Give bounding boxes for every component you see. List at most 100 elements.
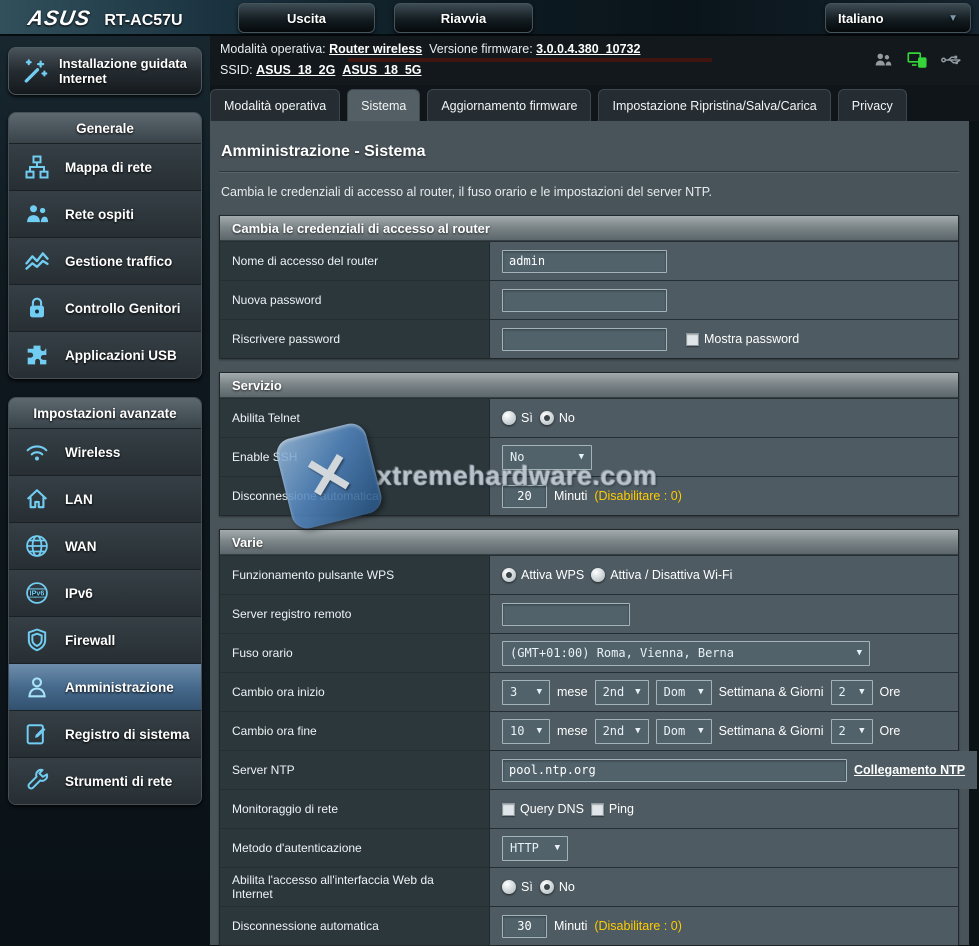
ping-checkbox[interactable] bbox=[591, 803, 604, 816]
chevron-down-icon: ▼ bbox=[579, 452, 584, 462]
retype-password-input[interactable] bbox=[502, 328, 667, 351]
table-row: Server NTP Collegamento NTP bbox=[220, 750, 958, 789]
web-access-label: Abilita l'accesso all'interfaccia Web da… bbox=[220, 868, 490, 906]
dst-start-month-select[interactable]: 3 ▼ bbox=[502, 680, 550, 705]
chevron-down-icon: ▼ bbox=[635, 726, 640, 736]
web-access-no-radio[interactable] bbox=[540, 880, 554, 894]
table-row: Server registro remoto bbox=[220, 594, 958, 633]
dst-end-day-select[interactable]: Dom ▼ bbox=[656, 719, 712, 744]
sidebar-item-label: Rete ospiti bbox=[65, 207, 134, 222]
logout-button[interactable]: Uscita bbox=[238, 3, 375, 33]
auto-logout2-unit: Minuti bbox=[554, 919, 587, 933]
ping-label: Ping bbox=[609, 802, 634, 816]
wps-activate-label: Attiva WPS bbox=[521, 568, 584, 582]
auto-logout-label: Disconnessione automatica bbox=[220, 477, 490, 515]
hour-label: Ore bbox=[880, 685, 901, 699]
ssid-5g-link[interactable]: ASUS_18_5G bbox=[342, 63, 421, 77]
sidebar-item-firewall[interactable]: Firewall bbox=[9, 616, 201, 663]
auto-logout2-hint: (Disabilitare : 0) bbox=[594, 919, 682, 933]
firmware-label: Versione firmware: bbox=[429, 42, 533, 56]
tab-system[interactable]: Sistema bbox=[347, 89, 420, 121]
login-name-input[interactable] bbox=[502, 250, 667, 273]
sidebar-item-label: Installazione guidata Internet bbox=[59, 56, 195, 86]
dst-end-hour-select[interactable]: 2 ▼ bbox=[831, 719, 873, 744]
hour-label: Ore bbox=[880, 724, 901, 738]
timezone-select[interactable]: (GMT+01:00) Roma, Vienna, Berna ▼ bbox=[502, 641, 870, 666]
page-title: Amministrazione - Sistema bbox=[221, 143, 959, 161]
sidebar-item-label: Firewall bbox=[65, 633, 115, 648]
sidebar-item-usb-applications[interactable]: Applicazioni USB bbox=[9, 331, 201, 378]
dst-start-week-select[interactable]: 2nd ▼ bbox=[595, 680, 649, 705]
sidebar-item-label: Controllo Genitori bbox=[65, 301, 181, 316]
dst-end-label: Cambio ora fine bbox=[220, 712, 490, 750]
firmware-version-link[interactable]: 3.0.0.4.380_10732 bbox=[536, 42, 640, 56]
dst-start-day-select[interactable]: Dom ▼ bbox=[656, 680, 712, 705]
remote-log-label: Server registro remoto bbox=[220, 595, 490, 633]
dst-end-week-select[interactable]: 2nd ▼ bbox=[595, 719, 649, 744]
auth-method-label: Metodo d'autenticazione bbox=[220, 829, 490, 867]
ssh-label: Enable SSH bbox=[220, 438, 490, 476]
sidebar-item-parental-control[interactable]: Controllo Genitori bbox=[9, 284, 201, 331]
new-password-input[interactable] bbox=[502, 289, 667, 312]
ntp-server-input[interactable] bbox=[502, 759, 847, 782]
dst-end-month-select[interactable]: 10 ▼ bbox=[502, 719, 550, 744]
sidebar-item-network-tools[interactable]: Strumenti di rete bbox=[9, 757, 201, 804]
wireless-icon bbox=[21, 438, 53, 466]
sidebar-item-label: Wireless bbox=[65, 445, 120, 460]
week-day-label: Settimana & Giorni bbox=[719, 724, 824, 738]
wps-toggle-wifi-radio[interactable] bbox=[591, 568, 605, 582]
clients-icon[interactable] bbox=[871, 49, 895, 71]
operation-mode-link[interactable]: Router wireless bbox=[329, 42, 422, 56]
ssh-select[interactable]: No ▼ bbox=[502, 445, 592, 470]
sidebar-item-administration[interactable]: Amministrazione bbox=[9, 663, 201, 710]
telnet-yes-radio[interactable] bbox=[502, 411, 516, 425]
tab-restore-save-upload[interactable]: Impostazione Ripristina/Salva/Carica bbox=[598, 89, 830, 121]
sidebar-item-system-log[interactable]: Registro di sistema bbox=[9, 710, 201, 757]
wps-activate-radio[interactable] bbox=[502, 568, 516, 582]
auto-logout2-input[interactable] bbox=[502, 915, 547, 938]
divider bbox=[219, 171, 959, 173]
chevron-down-icon: ▼ bbox=[948, 13, 958, 24]
language-select[interactable]: Italiano ▼ bbox=[825, 3, 971, 33]
sidebar-item-label: Registro di sistema bbox=[65, 727, 190, 742]
ssid-2g-link[interactable]: ASUS_18_2G bbox=[256, 63, 335, 77]
devices-status-icon[interactable] bbox=[905, 49, 929, 71]
sidebar-item-lan[interactable]: LAN bbox=[9, 475, 201, 522]
reboot-button[interactable]: Riavvia bbox=[394, 3, 533, 33]
sidebar-item-traffic-manager[interactable]: Gestione traffico bbox=[9, 237, 201, 284]
system-log-icon bbox=[21, 720, 53, 748]
dns-query-checkbox[interactable] bbox=[502, 803, 515, 816]
table-row: Cambio ora inizio 3 ▼ mese 2nd ▼ Dom ▼ S… bbox=[220, 672, 958, 711]
chevron-down-icon: ▼ bbox=[537, 726, 542, 736]
dst-end-month-value: 10 bbox=[510, 724, 524, 738]
tab-operation-mode[interactable]: Modalità operativa bbox=[210, 89, 340, 121]
tab-firmware-upgrade[interactable]: Aggiornamento firmware bbox=[427, 89, 591, 121]
dst-start-hour-select[interactable]: 2 ▼ bbox=[831, 680, 873, 705]
sidebar-item-ipv6[interactable]: IPv6 IPv6 bbox=[9, 569, 201, 616]
timezone-select-value: (GMT+01:00) Roma, Vienna, Berna bbox=[510, 646, 734, 660]
chevron-down-icon: ▼ bbox=[859, 687, 864, 697]
remote-log-input[interactable] bbox=[502, 603, 630, 626]
chevron-down-icon: ▼ bbox=[555, 843, 560, 853]
auth-method-select[interactable]: HTTP ▼ bbox=[502, 836, 568, 861]
login-name-label: Nome di accesso del router bbox=[220, 242, 490, 280]
sidebar-item-guest-network[interactable]: Rete ospiti bbox=[9, 190, 201, 237]
web-access-yes-radio[interactable] bbox=[502, 880, 516, 894]
ntp-link[interactable]: Collegamento NTP bbox=[854, 763, 965, 777]
telnet-no-radio[interactable] bbox=[540, 411, 554, 425]
ntp-server-label: Server NTP bbox=[220, 751, 490, 789]
sidebar-item-wan[interactable]: WAN bbox=[9, 522, 201, 569]
sidebar-item-wireless[interactable]: Wireless bbox=[9, 428, 201, 475]
wan-icon bbox=[21, 532, 53, 560]
sidebar-item-network-map[interactable]: Mappa di rete bbox=[9, 143, 201, 190]
router-model: RT-AC57U bbox=[104, 12, 182, 30]
auto-logout-input[interactable] bbox=[502, 485, 547, 508]
tab-privacy[interactable]: Privacy bbox=[838, 89, 907, 121]
wps-toggle-wifi-label: Attiva / Disattiva Wi-Fi bbox=[610, 568, 732, 582]
menu-general: Generale Mappa di rete Rete ospiti Gesti… bbox=[8, 112, 202, 379]
sidebar-item-quick-setup[interactable]: Installazione guidata Internet bbox=[8, 47, 202, 95]
show-password-checkbox[interactable] bbox=[686, 333, 699, 346]
ssh-select-value: No bbox=[510, 450, 524, 464]
usb-status-icon[interactable] bbox=[939, 49, 965, 71]
telnet-label: Abilita Telnet bbox=[220, 399, 490, 437]
